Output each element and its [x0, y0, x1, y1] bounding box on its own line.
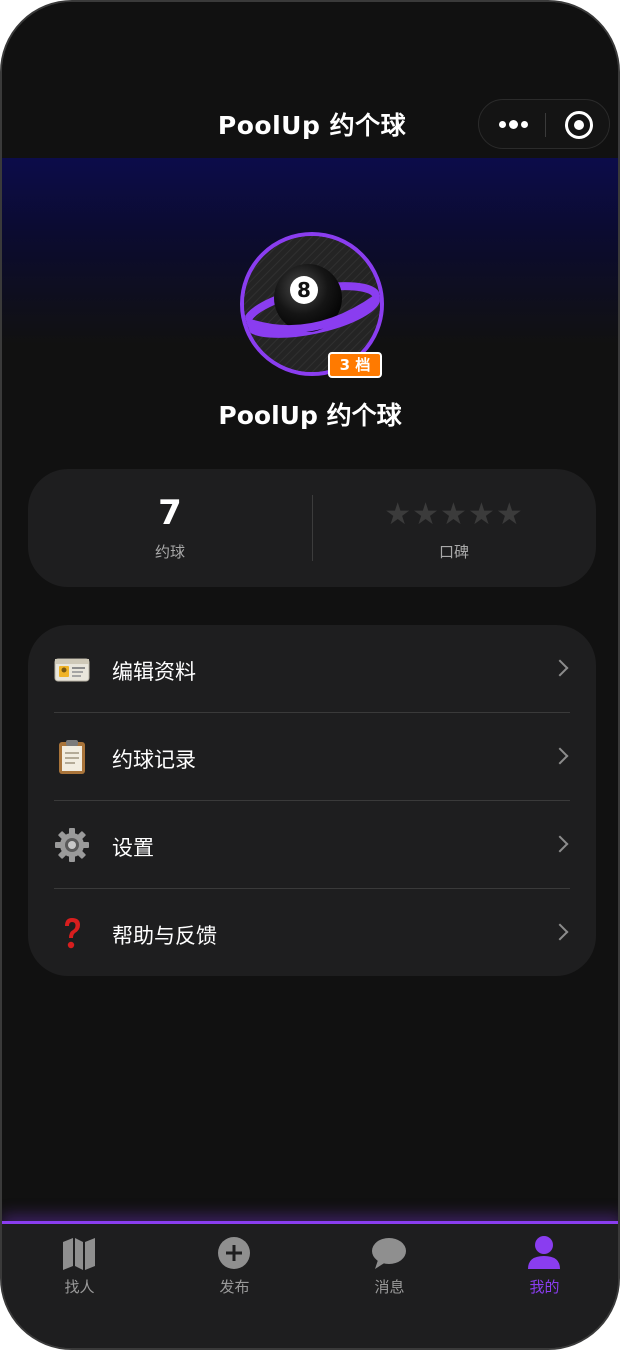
stat-rating[interactable]: ★★★★★ 口碑 — [312, 469, 596, 587]
star-icon: ★ — [384, 497, 413, 532]
tab-label: 我的 — [529, 1278, 560, 1296]
user-icon — [528, 1236, 560, 1269]
star-icon: ★ — [440, 497, 468, 532]
capsule-close-icon[interactable] — [546, 100, 611, 150]
tier-badge: 3 档 — [328, 352, 382, 378]
tab-me[interactable]: 我的 — [467, 1224, 618, 1304]
tab-label: 发布 — [219, 1278, 250, 1296]
chevron-right-icon — [551, 835, 569, 853]
clipboard-icon — [59, 740, 85, 774]
rating-label: 口碑 — [438, 543, 469, 561]
menu-item-edit-profile[interactable]: 编辑资料 — [28, 625, 596, 713]
menu-card: 编辑资料 约球记录 设置 帮助与反馈 — [28, 625, 596, 976]
profile-nickname: PoolUp 约个球 — [218, 401, 402, 430]
more-dots-icon[interactable] — [479, 100, 545, 150]
games-count: 7 — [158, 493, 182, 533]
question-mark-icon — [65, 918, 80, 949]
tab-find-people[interactable]: 找人 — [2, 1224, 157, 1304]
tab-messages[interactable]: 消息 — [312, 1224, 467, 1304]
menu-item-label: 约球记录 — [112, 748, 196, 772]
menu-item-label: 编辑资料 — [112, 660, 196, 684]
rating-stars: ★★★★★ — [312, 497, 596, 532]
chevron-right-icon — [551, 747, 569, 765]
phone-frame: PoolUp 约个球 8 3 档 PoolUp 约个球 7 约球 ★★★★★ 口… — [0, 0, 620, 1350]
svg-text:8: 8 — [297, 278, 311, 302]
games-label: 约球 — [154, 543, 185, 561]
top-navbar: PoolUp 约个球 — [2, 2, 618, 158]
tab-publish[interactable]: 发布 — [157, 1224, 312, 1304]
map-icon — [63, 1238, 95, 1270]
bottom-tab-bar: 找人 发布 消息 我的 — [2, 1221, 618, 1348]
chevron-right-icon — [551, 659, 569, 677]
menu-item-help-feedback[interactable]: 帮助与反馈 — [28, 889, 596, 977]
plus-circle-icon — [218, 1237, 250, 1269]
star-icon: ★ — [467, 497, 496, 532]
menu-item-label: 设置 — [112, 836, 154, 860]
mini-program-capsule — [478, 99, 610, 149]
menu-item-settings[interactable]: 设置 — [28, 801, 596, 889]
menu-item-game-records[interactable]: 约球记录 — [28, 713, 596, 801]
stats-card: 7 约球 ★★★★★ 口碑 — [28, 469, 596, 587]
menu-item-label: 帮助与反馈 — [112, 924, 217, 948]
tab-label: 消息 — [374, 1278, 405, 1296]
star-icon: ★ — [412, 497, 441, 532]
gear-icon — [55, 828, 89, 862]
chat-bubble-icon — [372, 1238, 406, 1269]
chevron-right-icon — [551, 923, 569, 941]
id-card-icon — [54, 658, 90, 682]
star-icon: ★ — [495, 497, 524, 532]
tab-label: 找人 — [64, 1278, 95, 1296]
stat-games[interactable]: 7 约球 — [28, 469, 312, 587]
